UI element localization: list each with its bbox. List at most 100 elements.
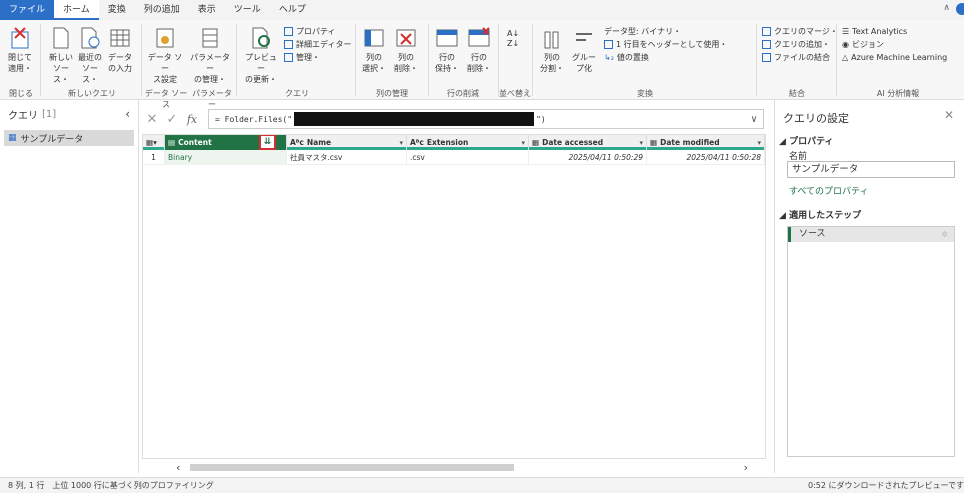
cell-date-accessed[interactable]: 2025/04/11 0:50:29 xyxy=(529,150,647,165)
group-by-button[interactable]: グルー プ化 xyxy=(570,26,598,74)
table-icon xyxy=(110,29,130,47)
split-column-button[interactable]: 列の 分割・ xyxy=(538,26,566,74)
tab-help[interactable]: ヘルプ xyxy=(270,0,315,20)
new-source-button[interactable]: 新しい ソース・ xyxy=(48,26,74,85)
azure-ml-icon: △ xyxy=(842,53,849,62)
collapse-ribbon-icon[interactable]: ∧ xyxy=(943,3,950,13)
queries-header: クエリ [1] ‹ xyxy=(0,100,138,128)
azure-ml-button[interactable]: △ Azure Machine Learning xyxy=(842,52,947,63)
ribbon: 閉じて 適用・ 新しい ソース・ 最近の ソース・ データ の入力 データ ソー… xyxy=(0,20,964,109)
cell-extension[interactable]: .csv xyxy=(407,150,529,165)
column-header-extension[interactable]: Aᴮc Extension ▾ xyxy=(407,135,529,150)
column-header-name[interactable]: Aᴮc Name ▾ xyxy=(287,135,407,150)
sort-button[interactable]: A↓ Z↓ xyxy=(503,26,523,52)
vision-button[interactable]: ◉ ビジョン xyxy=(842,39,884,50)
sort-icon: A↓Z↓ xyxy=(507,29,519,48)
group-label-combine: 結合 xyxy=(789,89,805,98)
tab-home[interactable]: ホーム xyxy=(54,0,99,20)
recent-source-button[interactable]: 最近の ソース・ xyxy=(77,26,103,85)
append-queries-button[interactable]: クエリの追加・ xyxy=(762,39,830,50)
filter-dropdown-icon[interactable]: ▾ xyxy=(639,139,643,147)
scroll-right-icon[interactable]: › xyxy=(744,461,748,474)
eye-icon: ◉ xyxy=(842,40,849,49)
svg-text:A↓: A↓ xyxy=(507,29,519,38)
row-index: 1 xyxy=(143,150,165,165)
horizontal-scrollbar[interactable]: ‹ › xyxy=(176,461,748,474)
query-settings-pane: クエリの設定 ✕ ◢ プロパティ 名前 サンプルデータ すべてのプロパティ ◢ … xyxy=(774,100,964,473)
applied-steps-section[interactable]: ◢ 適用したステップ xyxy=(779,208,861,221)
refresh-preview-button[interactable]: プレビュー の更新・ xyxy=(242,26,280,85)
manage-parameters-button[interactable]: パラメーター の管理・ xyxy=(188,26,232,85)
cell-content[interactable]: Binary xyxy=(165,150,287,165)
tab-tools[interactable]: ツール xyxy=(225,0,270,20)
filter-dropdown-icon[interactable]: ▾ xyxy=(399,139,403,147)
combine-files-button[interactable]: ファイルの結合 xyxy=(762,52,830,63)
merge-icon xyxy=(762,27,771,36)
gear-icon[interactable]: ✲ xyxy=(941,227,948,242)
merge-queries-button[interactable]: クエリのマージ・ xyxy=(762,26,838,37)
expand-formula-icon[interactable]: ∨ xyxy=(751,114,757,125)
collapse-queries-icon[interactable]: ‹ xyxy=(125,107,130,121)
settings-title: クエリの設定 xyxy=(783,112,849,125)
advanced-editor-button[interactable]: 詳細エディター xyxy=(284,39,351,50)
all-properties-link[interactable]: すべてのプロパティ xyxy=(789,184,868,197)
scroll-left-icon[interactable]: ‹ xyxy=(176,461,180,474)
data-type-dropdown[interactable]: データ型: バイナリ・ xyxy=(604,26,681,37)
replace-values-button[interactable]: ↳₂ 値の置換 xyxy=(604,52,649,63)
keep-rows-button[interactable]: 行の 保持・ xyxy=(432,26,462,74)
column-header-date-accessed[interactable]: ▦ Date accessed ▾ xyxy=(529,135,647,150)
group-label-close: 閉じる xyxy=(9,89,33,98)
append-icon xyxy=(762,40,771,49)
choose-columns-icon xyxy=(364,29,384,47)
replace-icon: ↳₂ xyxy=(604,53,614,62)
text-type-icon: Aᴮc xyxy=(410,138,424,147)
cell-date-modified[interactable]: 2025/04/11 0:50:28 xyxy=(647,150,765,165)
table-icon: ▦ xyxy=(8,133,17,143)
properties-section[interactable]: ◢ プロパティ xyxy=(779,134,834,147)
commit-formula-icon[interactable]: ✓ xyxy=(162,112,182,127)
cell-name[interactable]: 社員マスタ.csv xyxy=(287,150,407,165)
table-menu-icon[interactable]: ▦▾ xyxy=(143,135,165,150)
enter-data-button[interactable]: データ の入力 xyxy=(107,26,133,74)
applied-steps-list: ソース ✲ xyxy=(787,226,955,457)
choose-columns-button[interactable]: 列の 選択・ xyxy=(360,26,388,74)
datetime-type-icon: ▦ xyxy=(650,138,658,147)
tab-transform[interactable]: 変換 xyxy=(99,0,135,20)
group-label-sort: 並べ替え xyxy=(499,89,531,98)
formula-input[interactable]: = Folder.Files(" ") ∨ xyxy=(208,109,764,129)
step-source[interactable]: ソース ✲ xyxy=(788,227,954,242)
tab-view[interactable]: 表示 xyxy=(189,0,225,20)
remove-columns-button[interactable]: 列の 削除・ xyxy=(392,26,420,74)
group-label-data-sources: データ ソース xyxy=(144,89,188,109)
filter-dropdown-icon[interactable]: ▾ xyxy=(521,139,525,147)
tab-file[interactable]: ファイル xyxy=(0,0,55,20)
queries-count: [1] xyxy=(42,108,57,120)
first-row-header-button[interactable]: 1 行目をヘッダーとして使用・ xyxy=(604,39,727,50)
expand-binary-button[interactable]: ⇊ xyxy=(259,135,276,150)
remove-rows-button[interactable]: 行の 削除・ xyxy=(464,26,494,74)
group-label-new-query: 新しいクエリ xyxy=(68,89,116,98)
close-apply-icon xyxy=(11,27,29,49)
column-header-content[interactable]: ▤ Content ⇊ xyxy=(165,135,287,150)
manage-button[interactable]: 管理・ xyxy=(284,52,320,63)
query-item-sample-data[interactable]: ▦ サンプルデータ xyxy=(4,130,134,146)
query-name-field[interactable]: サンプルデータ xyxy=(787,161,955,178)
filter-dropdown-icon[interactable]: ▾ xyxy=(757,139,761,147)
status-left: 8 列, 1 行 上位 1000 行に基づく列のプロファイリング xyxy=(8,481,214,490)
text-analytics-button[interactable]: ☰ Text Analytics xyxy=(842,26,907,37)
properties-button[interactable]: プロパティ xyxy=(284,26,336,37)
text-analytics-icon: ☰ xyxy=(842,27,850,36)
tab-add-column[interactable]: 列の追加 xyxy=(135,0,189,20)
close-apply-button[interactable]: 閉じて 適用・ xyxy=(6,26,34,74)
column-header-date-modified[interactable]: ▦ Date modified ▾ xyxy=(647,135,765,150)
redacted-path xyxy=(294,112,535,126)
scrollbar-thumb[interactable] xyxy=(190,464,514,471)
grid-header: ▦▾ ▤ Content ⇊ Aᴮc Name ▾ Aᴮc Extension … xyxy=(143,135,765,150)
cancel-formula-icon[interactable]: ✕ xyxy=(142,112,162,127)
close-icon[interactable]: ✕ xyxy=(944,108,954,122)
remove-columns-icon xyxy=(396,29,416,47)
status-bar: 8 列, 1 行 上位 1000 行に基づく列のプロファイリング 0:52 にダ… xyxy=(0,477,964,493)
help-icon[interactable] xyxy=(956,3,964,15)
data-grid: ▦▾ ▤ Content ⇊ Aᴮc Name ▾ Aᴮc Extension … xyxy=(142,134,766,459)
data-source-settings-button[interactable]: データ ソー ス設定 xyxy=(146,26,184,85)
